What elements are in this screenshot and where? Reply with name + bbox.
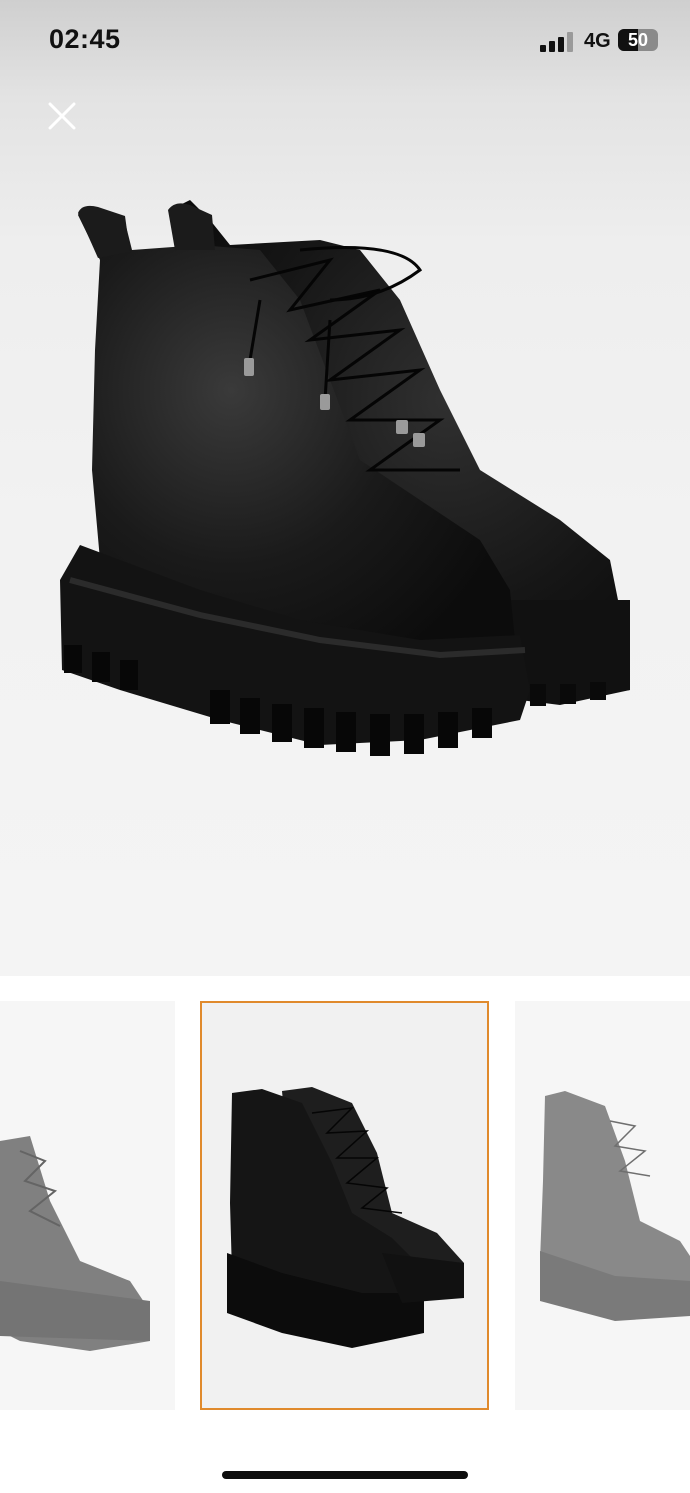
boot-thumbnail-icon xyxy=(227,1087,464,1348)
status-time: 02:45 xyxy=(49,24,121,54)
battery-level: 50 xyxy=(627,30,649,50)
boot-thumbnail-icon xyxy=(0,1136,150,1351)
close-icon xyxy=(48,102,76,130)
product-image-viewer[interactable]: 02:45 4G 50 xyxy=(0,0,690,976)
thumbnail-2[interactable] xyxy=(200,1001,489,1410)
thumbnail-1[interactable] xyxy=(0,1001,175,1410)
close-button[interactable] xyxy=(42,96,82,136)
boot-product-image[interactable] xyxy=(0,0,690,976)
signal-strength-icon xyxy=(540,32,573,52)
home-indicator[interactable] xyxy=(222,1471,468,1479)
status-bar: 02:45 4G 50 xyxy=(0,0,690,84)
network-type: 4G xyxy=(584,30,611,52)
boot-thumbnail-icon xyxy=(540,1091,690,1321)
thumbnail-gallery[interactable] xyxy=(0,1000,690,1412)
thumbnail-3[interactable] xyxy=(515,1001,690,1410)
battery-icon: 50 xyxy=(618,29,658,51)
